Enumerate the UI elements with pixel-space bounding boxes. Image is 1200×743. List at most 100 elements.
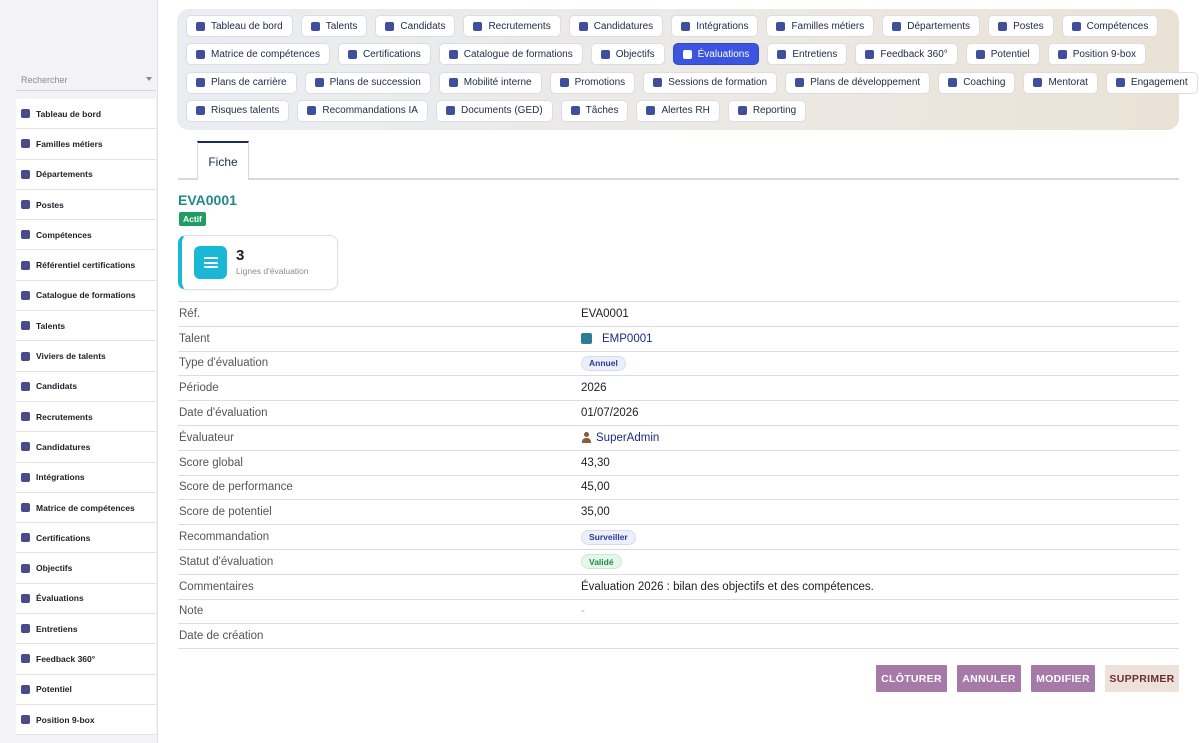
star-icon — [682, 49, 692, 59]
nav-chip[interactable]: Compétences — [1061, 15, 1159, 37]
sidebar-item-15[interactable]: Objectifs — [16, 553, 156, 584]
sidebar-item-18[interactable]: Feedback 360° — [16, 644, 156, 675]
sidebar-item-10[interactable]: Recrutements — [16, 401, 156, 433]
sidebar: Rechercher Tableau de bord Familles métie… — [0, 0, 158, 743]
nav-chip[interactable]: Postes — [988, 15, 1054, 37]
tab-bar: Fiche — [178, 141, 1179, 180]
sidebar-item-3[interactable]: Postes — [16, 189, 156, 221]
nav-chip[interactable]: Matrice de compétences — [186, 43, 330, 66]
supprimer-button[interactable]: SUPPRIMER — [1105, 665, 1179, 692]
nav-chip[interactable]: Familles métiers — [766, 15, 875, 37]
sidebar-item-12[interactable]: Intégrations — [16, 462, 156, 493]
nav-chip[interactable]: Tableau de bord — [186, 15, 293, 37]
nav-chip[interactable]: Départements — [882, 15, 981, 37]
warning-icon — [196, 106, 205, 116]
field-label: Commentaires — [179, 580, 254, 593]
sidebar-item-label: Feedback 360° — [36, 653, 96, 664]
nav-chip[interactable]: Plans de succession — [304, 71, 431, 94]
sidebar-item-0[interactable]: Tableau de bord — [16, 99, 156, 130]
nav-chip[interactable]: Engagement — [1105, 71, 1198, 94]
nav-chip-label: Engagement — [1130, 77, 1188, 89]
nav-chip[interactable]: Sessions de formation — [643, 71, 778, 94]
megaphone-icon — [21, 412, 30, 422]
annuler-button[interactable]: ANNULER — [957, 665, 1021, 692]
sidebar-item-label: Recrutements — [36, 411, 93, 422]
nav-chip[interactable]: Candidatures — [568, 15, 664, 37]
sidebar-item-14[interactable]: Certifications — [16, 523, 156, 554]
nav-chip-label: Coaching — [963, 77, 1006, 89]
nav-chip[interactable]: Feedback 360° — [855, 43, 958, 66]
sidebar-item-label: Évaluations — [36, 593, 84, 604]
nav-chip[interactable]: Mentorat — [1023, 71, 1098, 94]
pie-chart-icon — [737, 106, 747, 116]
field-label: Note — [179, 605, 204, 618]
nav-chip[interactable]: Entretiens — [767, 43, 848, 66]
folder-icon — [445, 106, 455, 116]
nav-chip[interactable]: Coaching — [938, 71, 1016, 94]
chevron-down-icon — [146, 77, 152, 81]
detail-row-evaluateur: Évaluateur SuperAdmin — [178, 426, 1179, 451]
nav-chip[interactable]: Tâches — [560, 99, 629, 122]
sidebar-item-19[interactable]: Potentiel — [16, 674, 156, 705]
sidebar-item-1[interactable]: Familles métiers — [16, 129, 156, 160]
nav-chip[interactable]: Mobilité interne — [438, 71, 542, 94]
kpi-card[interactable]: 3 Lignes d'évaluation — [178, 235, 338, 290]
evaluateur-link[interactable]: SuperAdmin — [596, 432, 659, 444]
nav-chip[interactable]: Évaluations — [672, 43, 760, 66]
nav-chip[interactable]: Alertes RH — [636, 99, 720, 122]
dashboard-icon — [196, 21, 205, 31]
nav-chip-label: Talents — [325, 20, 358, 32]
sidebar-item-5[interactable]: Référentiel certifications — [16, 250, 156, 281]
sidebar-item-7[interactable]: Talents — [16, 311, 156, 342]
user-plus-icon — [385, 21, 395, 31]
talent-link[interactable]: EMP0001 — [602, 333, 653, 345]
sidebar-item-8[interactable]: Viviers de talents — [16, 341, 156, 372]
nav-chip[interactable]: Recrutements — [463, 15, 561, 37]
sidebar-menu: Tableau de bord Familles métiers Départeme… — [16, 99, 156, 736]
sidebar-item-20[interactable]: Position 9-box — [16, 704, 156, 736]
nav-chip[interactable]: Promotions — [549, 71, 636, 94]
sidebar-search-select[interactable]: Rechercher — [16, 69, 156, 91]
nav-chip[interactable]: Recommandations IA — [297, 99, 428, 122]
nav-chip[interactable]: Plans de développement — [785, 71, 931, 94]
sidebar-item-label: Entretiens — [36, 623, 78, 634]
field-value-evaluateur[interactable]: SuperAdmin — [581, 432, 659, 444]
detail-row-type: Type d'évaluation Annuel — [178, 352, 1179, 377]
nav-chip[interactable]: Position 9-box — [1047, 43, 1147, 66]
nav-chip-label: Matrice de compétences — [211, 48, 320, 60]
module-nav-row: Plans de carrière Plans de succession Mobi… — [186, 71, 1198, 94]
user-tie-icon — [1033, 78, 1043, 88]
sidebar-item-11[interactable]: Candidatures — [16, 432, 156, 463]
nav-chip[interactable]: Plans de carrière — [186, 71, 297, 94]
nav-chip[interactable]: Documents (GED) — [435, 99, 553, 122]
nav-chip[interactable]: Talents — [300, 15, 368, 37]
sidebar-item-6[interactable]: Catalogue de formations — [16, 280, 156, 312]
field-value-score-global: 43,30 — [581, 456, 610, 469]
nav-chip-label: Objectifs — [615, 48, 655, 60]
sidebar-item-4[interactable]: Compétences — [16, 220, 156, 251]
field-value-talent[interactable]: EMP0001 — [581, 333, 653, 345]
field-value-score-performance: 45,00 — [581, 481, 610, 494]
nav-chip[interactable]: Objectifs — [590, 43, 665, 66]
field-label: Score global — [179, 456, 243, 469]
nav-chip[interactable]: Reporting — [727, 99, 807, 122]
sidebar-item-17[interactable]: Entretiens — [16, 614, 156, 645]
file-signature-icon — [21, 442, 30, 452]
nav-chip[interactable]: Risques talents — [186, 99, 290, 122]
module-nav: Tableau de bord Talents Candidats Recruteme… — [177, 9, 1198, 130]
detail-row-score-performance: Score de performance 45,00 — [178, 476, 1179, 501]
nav-chip[interactable]: Potentiel — [965, 43, 1040, 66]
sidebar-item-9[interactable]: Candidats — [16, 371, 156, 402]
sidebar-item-2[interactable]: Départements — [16, 159, 156, 190]
nav-chip[interactable]: Candidats — [375, 15, 456, 37]
nav-chip[interactable]: Intégrations — [671, 15, 759, 37]
modifier-button[interactable]: MODIFIER — [1031, 665, 1095, 692]
nav-chip[interactable]: Catalogue de formations — [438, 43, 583, 66]
tab-fiche[interactable]: Fiche — [197, 141, 249, 180]
nav-chip[interactable]: Certifications — [337, 43, 431, 66]
sidebar-item-label: Objectifs — [36, 563, 73, 574]
detail-row-statut: Statut d'évaluation Validé — [178, 550, 1179, 575]
cloturer-button[interactable]: CLÔTURER — [876, 665, 947, 692]
sidebar-item-16[interactable]: Évaluations — [16, 583, 156, 615]
sidebar-item-13[interactable]: Matrice de compétences — [16, 492, 156, 524]
